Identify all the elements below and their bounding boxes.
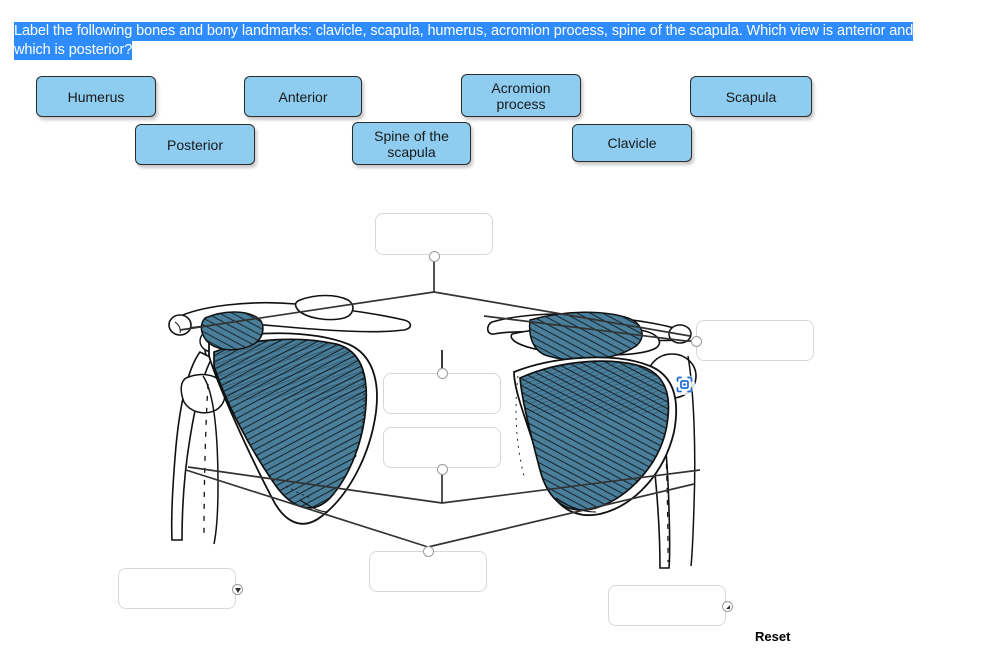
label-chip-acromion-process[interactable]: Acromion process [461, 74, 581, 117]
chip-label: Spine of the scapula [374, 127, 449, 160]
label-chip-anterior[interactable]: Anterior [244, 76, 362, 117]
label-chip-spine-of-the-scapula[interactable]: Spine of the scapula [352, 122, 471, 165]
drop-target-bottom-right[interactable] [608, 585, 733, 626]
exercise-page: Label the following bones and bony landm… [0, 0, 993, 657]
reset-button[interactable]: Reset [755, 629, 790, 644]
connector-knob-corner [722, 601, 733, 612]
label-chip-humerus[interactable]: Humerus [36, 76, 156, 117]
chip-label: Anterior [278, 88, 328, 105]
question-prompt: Label the following bones and bony landm… [14, 22, 914, 60]
scan-focus-icon[interactable] [674, 374, 695, 395]
reset-label: Reset [755, 629, 791, 644]
label-chip-clavicle[interactable]: Clavicle [572, 124, 692, 162]
connector-knob [437, 464, 448, 475]
left-shoulder-figure [168, 294, 412, 545]
connector-knob [437, 368, 448, 379]
right-shoulder-figure [486, 311, 697, 569]
label-chip-scapula[interactable]: Scapula [690, 76, 812, 117]
connector-knob [429, 251, 440, 262]
drop-target-center-upper[interactable] [383, 368, 501, 414]
label-chip-posterior[interactable]: Posterior [135, 124, 255, 165]
chip-label: Acromion process [491, 79, 551, 112]
chip-label: Scapula [725, 88, 777, 105]
drop-target-bottom-left[interactable] [118, 568, 243, 609]
drop-target-right[interactable] [691, 320, 814, 361]
connector-knob [691, 336, 702, 347]
connector-knob-arrow [232, 584, 243, 595]
drop-target-bottom-center[interactable] [369, 546, 487, 592]
chip-label: Posterior [166, 136, 224, 153]
question-text: Label the following bones and bony landm… [14, 22, 914, 60]
chip-label: Humerus [67, 88, 125, 105]
connector-knob [423, 546, 434, 557]
chip-label: Clavicle [607, 135, 657, 151]
drop-target-center-lower[interactable] [383, 427, 501, 475]
drop-target-top[interactable] [375, 213, 493, 262]
